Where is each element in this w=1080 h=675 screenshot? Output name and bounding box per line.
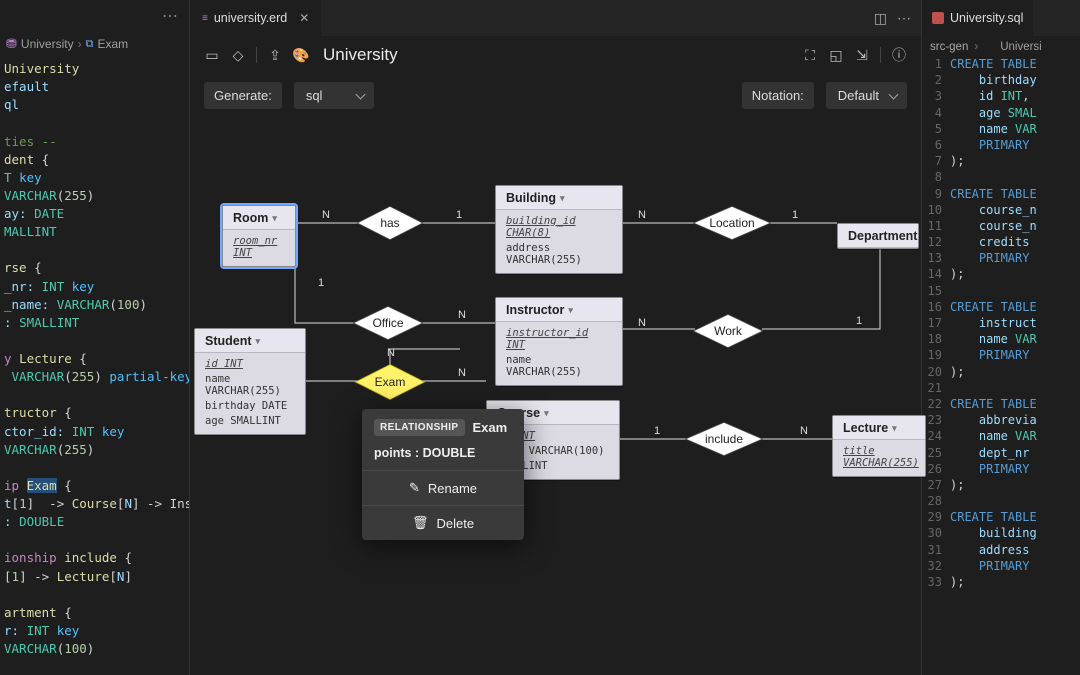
breadcrumb-child: Exam xyxy=(97,37,128,51)
separator xyxy=(880,47,881,63)
sql-file-icon xyxy=(932,12,944,24)
database-icon: ⛃ xyxy=(6,36,17,52)
sql-file-icon xyxy=(984,42,994,52)
entity-lecture[interactable]: Lecture▾ title VARCHAR(255) xyxy=(832,415,926,477)
chevron-down-icon: ▾ xyxy=(892,423,897,434)
generate-label: Generate: xyxy=(204,82,282,109)
trash-icon: 🗑 xyxy=(412,515,429,531)
relationship-popover: RELATIONSHIP Exam points : DOUBLE ✎ Rena… xyxy=(362,409,524,540)
export-icon[interactable]: ⇪ xyxy=(267,47,283,63)
tab-label: University.sql xyxy=(950,11,1023,25)
diagram-canvas[interactable]: Room▾ room_nr INT Building▾ building_id … xyxy=(190,119,921,675)
cardinality-label: 1 xyxy=(792,209,798,221)
tab-university-erd[interactable]: ≡ university.erd ✕ xyxy=(190,0,322,36)
editor-tab-bar: ≡ university.erd ✕ ◫ ⋯ xyxy=(190,0,921,36)
cardinality-label: N xyxy=(638,317,646,329)
cardinality-label: 1 xyxy=(856,315,862,327)
chevron-down-icon: ▾ xyxy=(256,336,261,347)
tab-label: university.erd xyxy=(214,11,287,25)
sql-code-view[interactable]: 1CREATE TABLE2 birthday3 id INT,4 age SM… xyxy=(922,56,1080,590)
left-editor-pane: ⋯ ⛃ University › ⧉ Exam Universityefault… xyxy=(0,0,189,675)
cardinality-label: 1 xyxy=(318,277,324,289)
rel-include[interactable]: include xyxy=(686,423,762,455)
diagram-pane: ≡ university.erd ✕ ◫ ⋯ ▭ ◇ ⇪ 🎨 Universit… xyxy=(189,0,922,675)
fit-screen-icon[interactable]: ⛶ xyxy=(802,47,818,63)
cardinality-label: N xyxy=(387,347,395,359)
breadcrumb-parent: University xyxy=(21,37,74,51)
entity-instructor[interactable]: Instructor▾ instructor_id INTname VARCHA… xyxy=(495,297,623,386)
rel-location[interactable]: Location xyxy=(694,207,770,239)
entity-department[interactable]: Department xyxy=(837,223,919,249)
entity-room[interactable]: Room▾ room_nr INT xyxy=(222,205,296,267)
diamond-tool-icon[interactable]: ◇ xyxy=(230,47,246,63)
notation-label: Notation: xyxy=(742,82,814,109)
tab-university-sql[interactable]: University.sql xyxy=(922,0,1033,36)
popover-attribute: points : DOUBLE xyxy=(362,440,524,471)
chevron-right-icon: › xyxy=(974,41,978,53)
layout-icon[interactable]: ⇲ xyxy=(854,47,870,63)
chevron-down-icon: ▾ xyxy=(560,193,565,204)
generate-select[interactable]: sql xyxy=(294,82,374,109)
more-icon[interactable]: ⋯ xyxy=(897,10,911,27)
rel-work[interactable]: Work xyxy=(694,315,762,347)
cardinality-label: N xyxy=(458,309,466,321)
cardinality-label: N xyxy=(638,209,646,221)
diagram-controls: Generate: sql Notation: Default xyxy=(190,74,921,119)
tab-actions: ◫ ⋯ xyxy=(874,0,921,36)
entity-building[interactable]: Building▾ building_id CHAR(8)address VAR… xyxy=(495,185,623,274)
cardinality-label: N xyxy=(322,209,330,221)
cardinality-label: 1 xyxy=(456,209,462,221)
popover-type-pill: RELATIONSHIP xyxy=(374,419,465,436)
cardinality-label: 1 xyxy=(654,425,660,437)
close-icon[interactable]: ✕ xyxy=(299,11,309,25)
breadcrumb[interactable]: ⛃ University › ⧉ Exam xyxy=(0,32,189,56)
cardinality-label: N xyxy=(800,425,808,437)
rel-exam[interactable]: Exam xyxy=(356,365,424,399)
notation-select[interactable]: Default xyxy=(826,82,907,109)
rel-office[interactable]: Office xyxy=(354,307,422,339)
rectangle-tool-icon[interactable]: ▭ xyxy=(204,47,220,63)
rel-has[interactable]: has xyxy=(358,207,422,239)
file-icon: ≡ xyxy=(202,13,208,24)
delete-action[interactable]: 🗑 Delete xyxy=(362,506,524,540)
diagram-toolbar: ▭ ◇ ⇪ 🎨 University ⛶ ◱ ⇲ ⓘ xyxy=(190,36,921,74)
breadcrumb-file: Universi xyxy=(1000,41,1042,53)
center-icon[interactable]: ◱ xyxy=(828,47,844,63)
breadcrumb[interactable]: src-gen › Universi xyxy=(922,36,1080,56)
chevron-right-icon: › xyxy=(78,37,82,51)
relation-icon: ⧉ xyxy=(86,38,94,51)
chevron-down-icon: ▾ xyxy=(272,213,277,224)
diagram-title: University xyxy=(323,45,398,65)
source-code-view[interactable]: Universityefaultql ties --dent {T keyVAR… xyxy=(0,56,189,658)
popover-title: Exam xyxy=(473,420,508,435)
split-editor-icon[interactable]: ◫ xyxy=(874,10,887,27)
cardinality-label: N xyxy=(458,367,466,379)
rename-action[interactable]: ✎ Rename xyxy=(362,471,524,506)
chevron-down-icon: ▾ xyxy=(544,408,549,419)
entity-student[interactable]: Student▾ id INTname VARCHAR(255)birthday… xyxy=(194,328,306,435)
separator xyxy=(256,47,257,63)
palette-icon[interactable]: 🎨 xyxy=(293,47,309,63)
right-tab-bar: University.sql xyxy=(922,0,1080,36)
pencil-icon: ✎ xyxy=(409,480,420,496)
left-tab-strip: ⋯ xyxy=(0,0,189,32)
help-icon[interactable]: ⓘ xyxy=(891,47,907,63)
sql-output-pane: University.sql src-gen › Universi 1CREAT… xyxy=(922,0,1080,675)
chevron-down-icon: ▾ xyxy=(568,305,573,316)
folder-label: src-gen xyxy=(930,41,968,53)
more-icon[interactable]: ⋯ xyxy=(162,6,179,26)
